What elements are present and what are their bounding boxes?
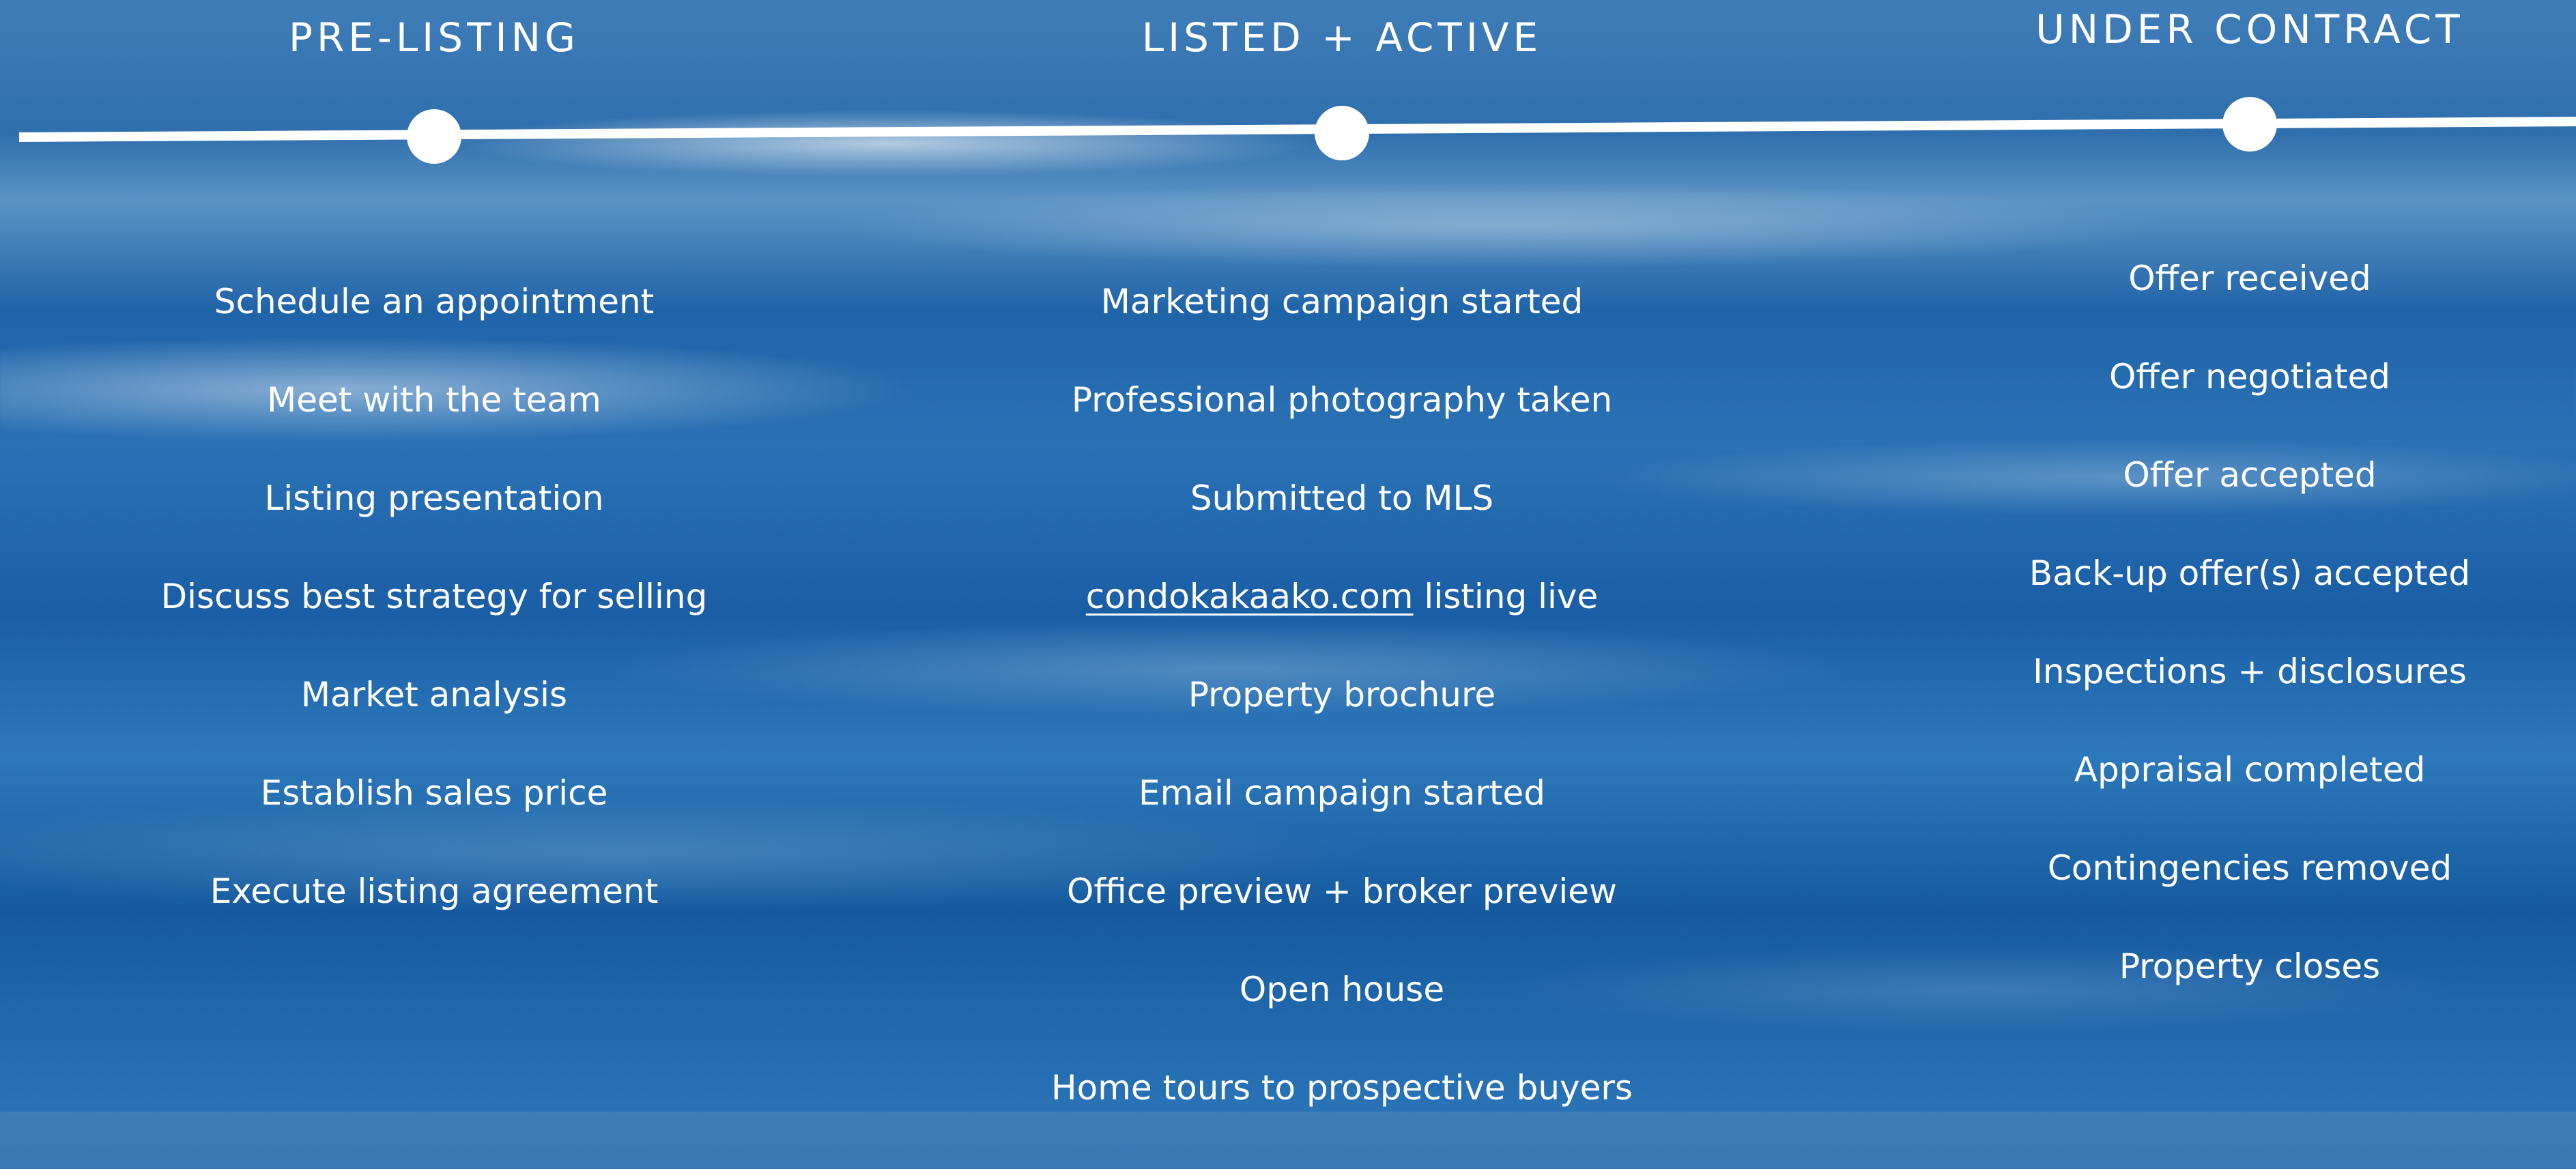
step-item: Marketing campaign started xyxy=(1100,282,1584,321)
step-item: Office preview + broker preview xyxy=(1067,871,1617,911)
step-item: Back-up offer(s) accepted xyxy=(2029,553,2471,593)
stage-pre-listing: PRE-LISTING Schedule an appointment Meet… xyxy=(59,0,810,972)
stage-step-list: Marketing campaign started Professional … xyxy=(967,285,1717,1169)
step-item: Offer received xyxy=(2128,259,2371,298)
step-item: Offer accepted xyxy=(2123,455,2377,495)
stage-title: LISTED + ACTIVE xyxy=(1141,14,1543,61)
step-item: Establish sales price xyxy=(260,773,608,813)
stage-step-list: Offer received Offer negotiated Offer ac… xyxy=(1874,261,2576,1048)
stage-step-list: Schedule an appointment Meet with the te… xyxy=(59,285,810,972)
stage-under-contract: UNDER CONTRACT Offer received Offer nego… xyxy=(1874,0,2576,1048)
step-item: Schedule an appointment xyxy=(214,282,655,321)
website-link[interactable]: condokakaako.com xyxy=(1086,577,1414,616)
stage-listed-active: LISTED + ACTIVE Marketing campaign start… xyxy=(967,0,1717,1169)
step-item-listing-live: condokakaako.com listing live xyxy=(967,579,1717,678)
step-item: Market analysis xyxy=(300,675,568,715)
step-item: Submitted to MLS xyxy=(1190,478,1494,518)
step-item: Email campaign started xyxy=(1139,773,1545,813)
step-item: Discuss best strategy for selling xyxy=(160,577,708,616)
step-item: Execute listing agreement xyxy=(210,871,659,911)
stage-title: UNDER CONTRACT xyxy=(2035,6,2464,53)
step-item: Offer negotiated xyxy=(2108,357,2391,396)
step-item-text: listing live xyxy=(1413,577,1599,616)
step-item: Meet with the team xyxy=(267,380,601,420)
stage-title: PRE-LISTING xyxy=(289,14,579,61)
step-item: Inspections + disclosures xyxy=(2033,652,2467,691)
step-item: Contingencies removed xyxy=(2047,848,2452,888)
step-item: Open house xyxy=(1239,970,1445,1009)
step-item: Property closes xyxy=(2119,947,2381,986)
step-item: Listing presentation xyxy=(264,478,604,518)
step-item: Appraisal completed xyxy=(2074,750,2426,790)
step-item: Home tours to prospective buyers xyxy=(1051,1068,1633,1108)
step-item: Property brochure xyxy=(1188,675,1496,715)
step-item: Professional photography taken xyxy=(1071,380,1613,420)
